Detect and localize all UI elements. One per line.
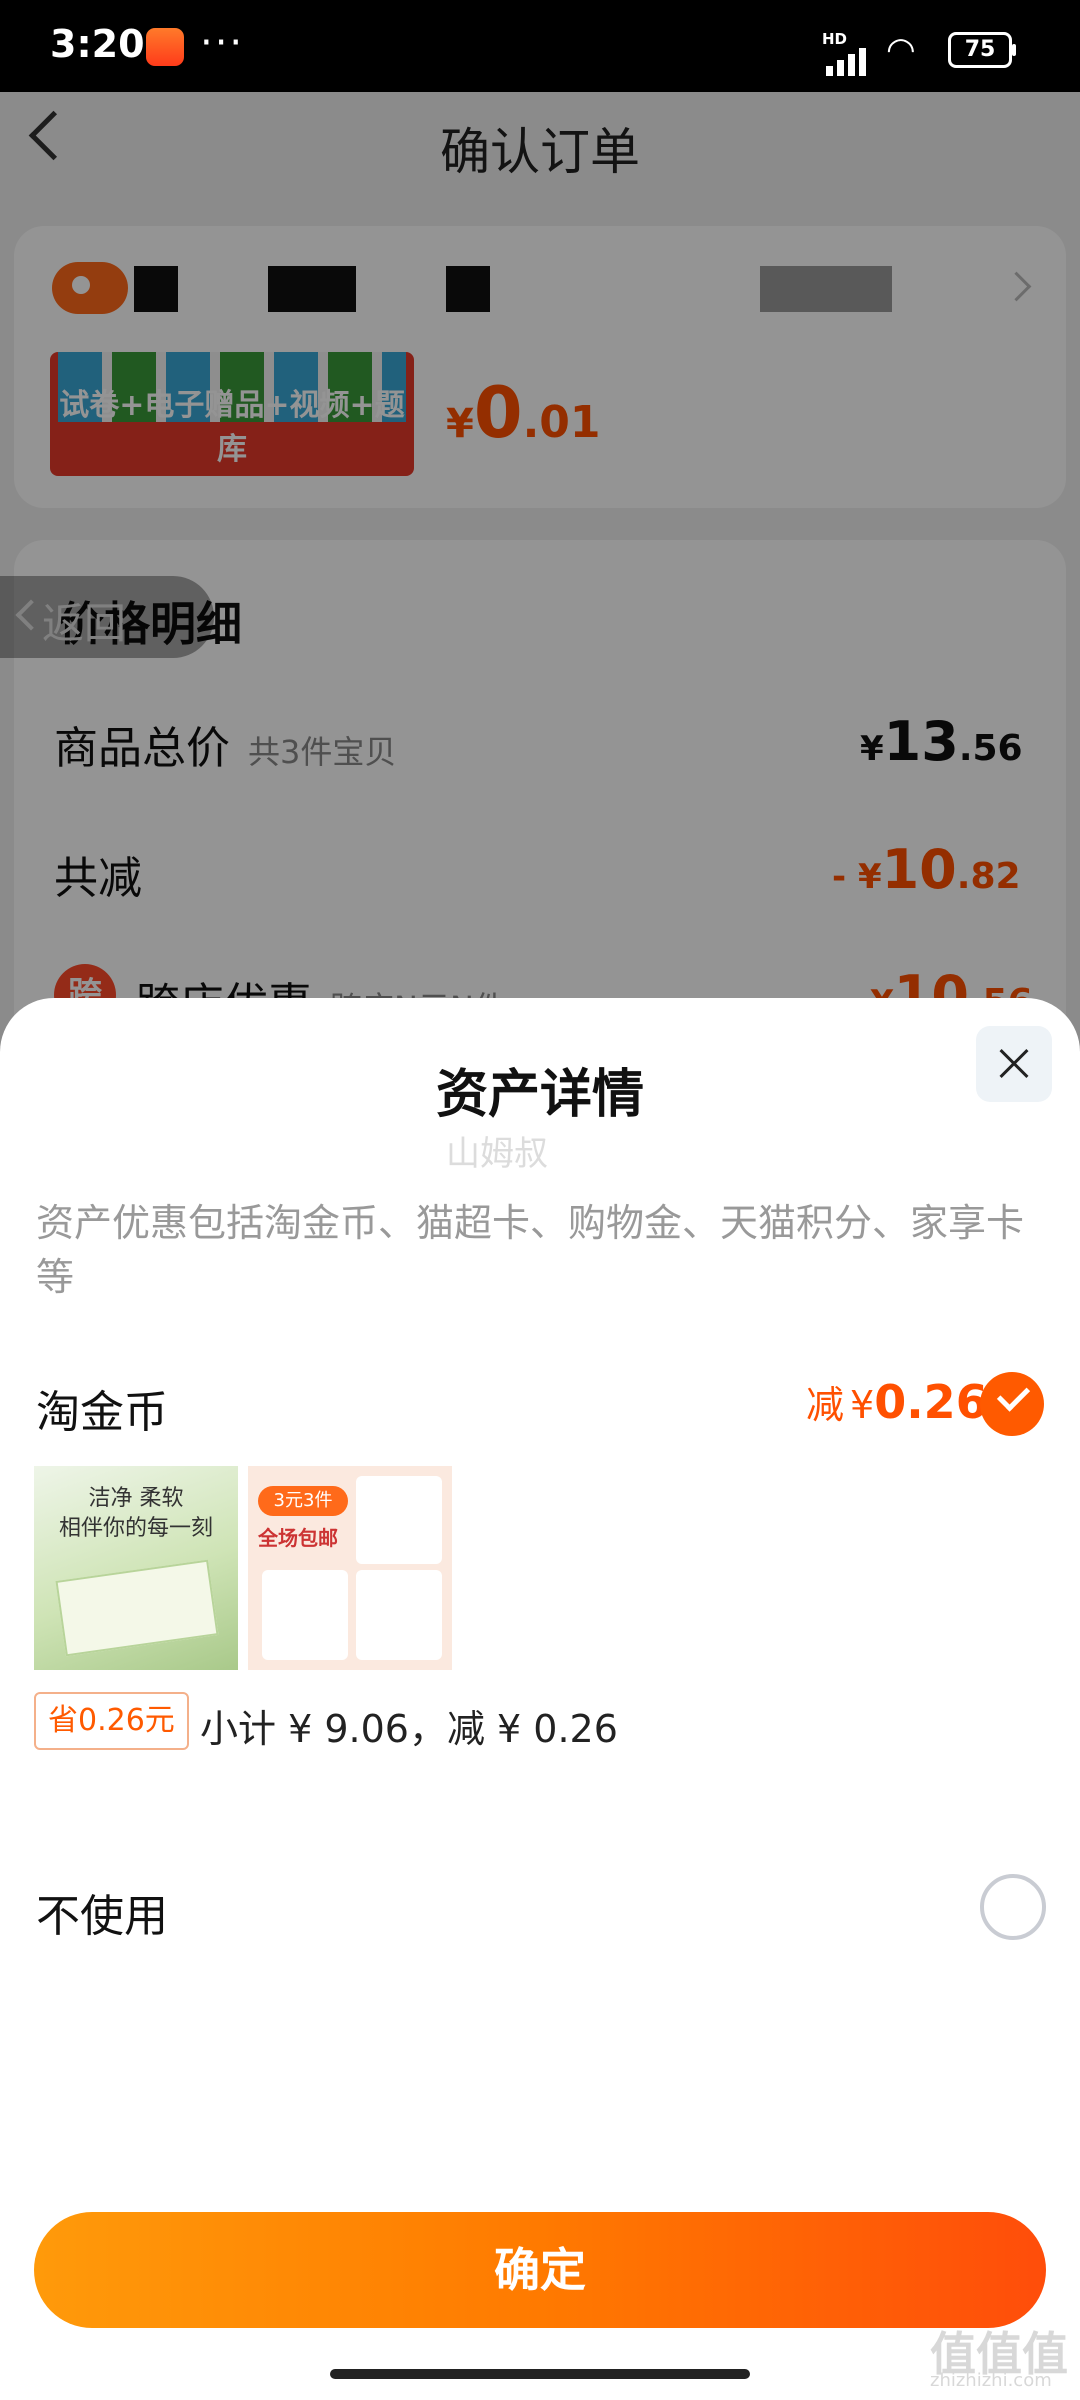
hd-label: HD [822,30,848,48]
taojinbi-amount: 减 ¥0.26 [806,1375,988,1429]
checkmark-selected-icon[interactable] [980,1372,1044,1436]
more-notifications-icon: ··· [200,20,245,66]
sheet-title: 资产详情 [435,1065,644,1125]
confirm-button[interactable]: 确定 [34,2212,1046,2328]
taojinbi-option-label[interactable]: 淘金币 [36,1376,168,1440]
taobao-app-icon [146,28,184,66]
battery-icon: 75 [948,32,1012,68]
home-indicator[interactable] [330,2369,750,2379]
battery-tip [1012,44,1016,56]
site-watermark-url: zhizhizhi.com [930,2370,1052,2391]
close-button[interactable] [976,1026,1052,1102]
watermark-text: 山姆叔 [446,1134,548,1174]
radio-unselected-icon[interactable] [980,1874,1046,1940]
tissue-product-image: 洁净 柔软 相伴你的每一刻 [34,1466,238,1670]
subtotal-text: 小计 ¥ 9.06，减 ¥ 0.26 [200,1707,618,1751]
savings-badge: 省0.26元 [34,1692,189,1750]
tissue-bundle-image: 3元3件 全场包邮 [248,1466,452,1670]
sheet-description: 资产优惠包括淘金币、猫超卡、购物金、天猫积分、家享卡等 [36,1201,1025,1299]
status-time: 3:20 [50,22,145,66]
status-bar: 3:20 ··· HD ◠ 75 [0,0,1080,92]
signal-icon [826,48,870,76]
wifi-icon: ◠ [886,30,916,70]
no-use-option-label[interactable]: 不使用 [36,1880,168,1944]
